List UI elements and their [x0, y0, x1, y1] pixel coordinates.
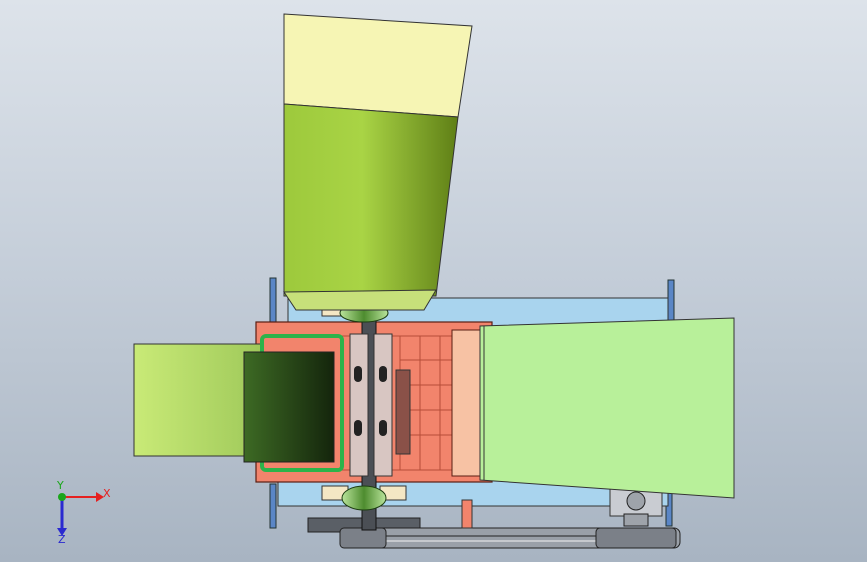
axis-x-label: X: [103, 487, 111, 500]
blade-left: [349, 333, 369, 477]
feed-chute: [133, 343, 263, 457]
motor-pulley: [595, 527, 677, 549]
hopper-rim: [283, 13, 473, 118]
discharge-chute: [479, 317, 735, 499]
inlet-throat: [243, 351, 335, 463]
blade-right: [373, 333, 393, 477]
axis-y-label: Y: [56, 479, 64, 492]
axis-z-label: Z: [58, 533, 66, 546]
hopper: [283, 13, 473, 311]
drive-pulley: [339, 527, 387, 549]
cad-viewport[interactable]: X Y Z: [0, 0, 867, 562]
coordinate-triad-icon: X Y Z: [56, 479, 111, 546]
model-drawing: X Y Z: [56, 13, 735, 549]
hopper-body: [283, 103, 459, 297]
frame-post-left-bottom: [269, 483, 277, 529]
bearing-bottom: [341, 485, 387, 511]
frame-post-right-top: [667, 279, 675, 327]
